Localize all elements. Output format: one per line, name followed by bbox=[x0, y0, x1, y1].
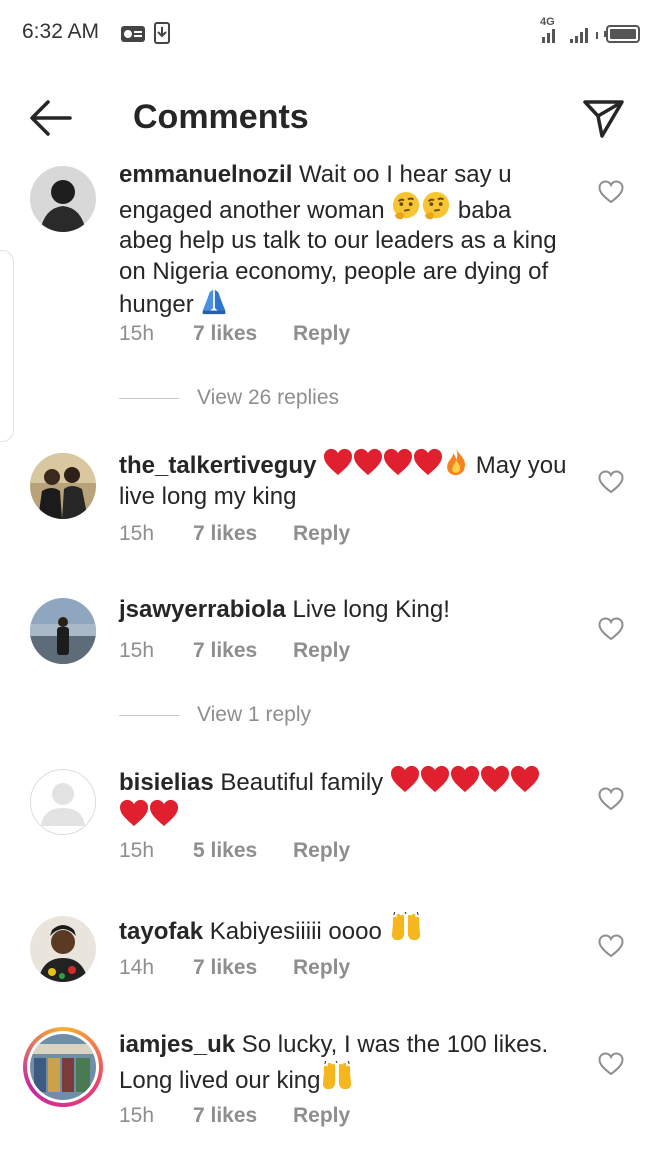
paper-plane-icon[interactable] bbox=[580, 96, 626, 140]
status-bar: 6:32 AM 4G bbox=[0, 0, 662, 68]
avatar[interactable] bbox=[30, 769, 96, 835]
red-heart-emoji bbox=[383, 448, 413, 476]
reply-button[interactable]: Reply bbox=[293, 956, 350, 980]
like-heart-icon[interactable] bbox=[598, 180, 624, 204]
comment-text: the_talkertiveguy May you live long my k… bbox=[119, 448, 569, 512]
comment-likes[interactable]: 7 likes bbox=[193, 639, 293, 663]
raising-hands-emoji bbox=[389, 912, 423, 942]
red-heart-emoji bbox=[420, 765, 450, 793]
comment-meta: 15h 7 likes Reply bbox=[119, 639, 350, 663]
reply-button[interactable]: Reply bbox=[293, 522, 350, 546]
avatar[interactable] bbox=[30, 598, 96, 664]
comment-username[interactable]: iamjes_uk bbox=[119, 1031, 235, 1058]
comment-time: 15h bbox=[119, 322, 155, 345]
avatar[interactable] bbox=[30, 916, 96, 982]
red-heart-emoji bbox=[413, 448, 443, 476]
avatar bbox=[30, 1034, 96, 1100]
header: Comments bbox=[0, 68, 662, 168]
red-heart-emoji bbox=[390, 765, 420, 793]
red-heart-emoji bbox=[119, 799, 149, 827]
comment-username[interactable]: emmanuelnozil bbox=[119, 161, 292, 188]
radio-icon bbox=[121, 26, 145, 42]
red-heart-emoji bbox=[450, 765, 480, 793]
page-title: Comments bbox=[133, 98, 309, 136]
divider-line bbox=[119, 397, 179, 399]
comment-username[interactable]: the_talkertiveguy bbox=[119, 452, 316, 479]
reply-button[interactable]: Reply bbox=[293, 322, 350, 346]
comment-meta: 15h 5 likes Reply bbox=[119, 839, 350, 863]
comment-time: 15h bbox=[119, 1104, 155, 1127]
back-arrow-icon[interactable] bbox=[26, 96, 76, 140]
signal-icon bbox=[542, 28, 598, 43]
download-icon bbox=[154, 22, 170, 44]
comment-meta: 15h 7 likes Reply bbox=[119, 322, 350, 346]
comment-text: iamjes_uk So lucky, I was the 100 likes.… bbox=[119, 1031, 549, 1094]
comment-text: emmanuelnozil Wait oo I hear say u engag… bbox=[119, 161, 557, 318]
like-heart-icon[interactable] bbox=[598, 787, 624, 811]
comment-likes[interactable]: 7 likes bbox=[193, 322, 293, 346]
thinking-face-emoji bbox=[391, 191, 421, 221]
comment-username[interactable]: bisielias bbox=[119, 769, 214, 796]
avatar[interactable] bbox=[30, 453, 96, 519]
comment-text: jsawyerrabiola Live long King! bbox=[119, 596, 450, 623]
red-heart-emoji bbox=[353, 448, 383, 476]
comment-username[interactable]: jsawyerrabiola bbox=[119, 596, 286, 623]
avatar-story-ring[interactable] bbox=[23, 1027, 103, 1107]
like-heart-icon[interactable] bbox=[598, 1052, 624, 1076]
comment-likes[interactable]: 7 likes bbox=[193, 956, 293, 980]
battery-icon bbox=[604, 25, 640, 43]
comment-likes[interactable]: 7 likes bbox=[193, 1104, 293, 1128]
reply-button[interactable]: Reply bbox=[293, 1104, 350, 1128]
like-heart-icon[interactable] bbox=[598, 470, 624, 494]
fire-emoji bbox=[443, 448, 469, 476]
comment-time: 15h bbox=[119, 639, 155, 662]
red-heart-emoji bbox=[149, 799, 179, 827]
comment-likes[interactable]: 7 likes bbox=[193, 522, 293, 546]
comment-time: 14h bbox=[119, 956, 155, 979]
comment-text: tayofak Kabiyesiiiii oooo bbox=[119, 912, 569, 948]
comment-time: 15h bbox=[119, 839, 155, 862]
comment-time: 15h bbox=[119, 522, 155, 545]
view-replies-link[interactable]: View 26 replies bbox=[119, 386, 339, 410]
reply-button[interactable]: Reply bbox=[293, 639, 350, 663]
avatar[interactable] bbox=[30, 166, 96, 232]
divider-line bbox=[119, 714, 179, 716]
like-heart-icon[interactable] bbox=[598, 617, 624, 641]
comment-meta: 15h 7 likes Reply bbox=[119, 1104, 350, 1128]
comment-meta: 15h 7 likes Reply bbox=[119, 522, 350, 546]
red-heart-emoji bbox=[480, 765, 510, 793]
side-edge-handle[interactable] bbox=[0, 250, 14, 442]
like-heart-icon[interactable] bbox=[598, 934, 624, 958]
raising-hands-emoji bbox=[320, 1061, 354, 1091]
comment-likes[interactable]: 5 likes bbox=[193, 839, 293, 863]
reply-button[interactable]: Reply bbox=[293, 839, 350, 863]
comment-username[interactable]: tayofak bbox=[119, 918, 203, 945]
red-heart-emoji bbox=[510, 765, 540, 793]
comment-text: bisielias Beautiful family bbox=[119, 765, 569, 832]
red-heart-emoji bbox=[323, 448, 353, 476]
view-replies-link[interactable]: View 1 reply bbox=[119, 703, 311, 727]
status-time: 6:32 AM bbox=[22, 20, 100, 43]
comment-meta: 14h 7 likes Reply bbox=[119, 956, 350, 980]
thinking-face-emoji bbox=[421, 191, 451, 221]
folded-hands-emoji bbox=[200, 287, 228, 315]
